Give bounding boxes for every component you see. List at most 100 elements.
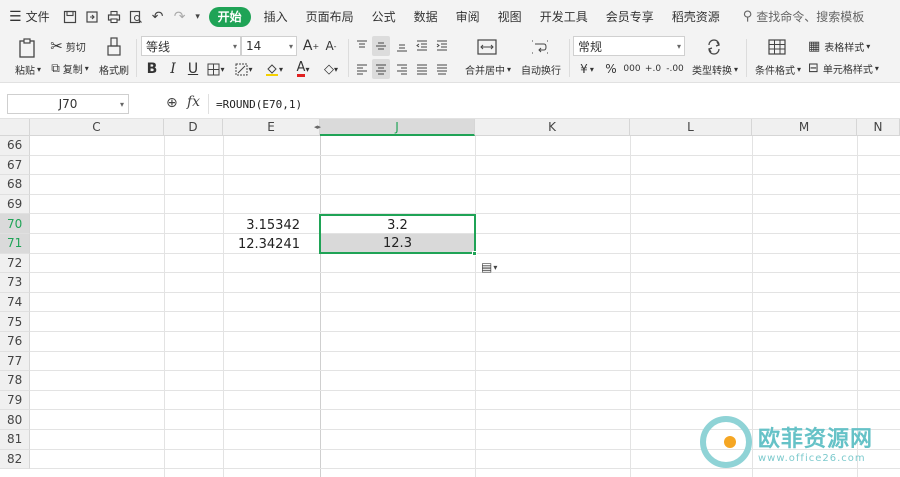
decrease-indent-icon[interactable] (413, 36, 431, 56)
hidden-columns-icon[interactable]: ◂▸ (314, 123, 321, 131)
column-header-m[interactable]: M (752, 119, 857, 136)
align-top-icon[interactable] (353, 36, 371, 56)
column-header-c[interactable]: C (30, 119, 164, 136)
type-convert-button[interactable]: 类型转换 ▾ (689, 61, 741, 77)
export-icon[interactable] (81, 0, 103, 33)
paste-options-button[interactable]: ▤ ▾ (481, 260, 497, 274)
tab-review[interactable]: 审阅 (447, 0, 489, 33)
merge-center-button[interactable]: 合并居中 ▾ (460, 61, 516, 77)
format-painter-button[interactable]: 格式刷 (96, 61, 132, 77)
decrease-decimal-button[interactable]: -.00 (664, 59, 686, 79)
increase-font-icon[interactable]: A + (302, 36, 320, 56)
align-bottom-icon[interactable] (393, 36, 411, 56)
borders-icon[interactable]: ▾ (204, 59, 228, 79)
cell-e71[interactable]: 12.34241 (223, 234, 320, 254)
format-painter-icon[interactable] (104, 36, 124, 58)
thousands-button[interactable]: 000 (622, 59, 642, 79)
tab-insert[interactable]: 插入 (255, 0, 297, 33)
decrease-font-icon[interactable]: A- (322, 36, 340, 56)
row-header[interactable]: 82 (0, 449, 30, 470)
eraser-icon[interactable]: ◇ ▾ (318, 59, 344, 79)
more-chevron-icon[interactable]: ▾ (191, 0, 205, 33)
tab-developer[interactable]: 开发工具 (531, 0, 597, 33)
conditional-format-icon[interactable] (766, 36, 788, 58)
tab-data[interactable]: 数据 (405, 0, 447, 33)
row-header[interactable]: 79 (0, 390, 30, 411)
align-center-icon[interactable] (372, 59, 390, 79)
tab-home[interactable]: 开始 (208, 6, 251, 27)
row-header[interactable]: 74 (0, 292, 30, 313)
align-right-icon[interactable] (393, 59, 411, 79)
column-header-n[interactable]: N (857, 119, 900, 136)
tab-member[interactable]: 会员专享 (597, 0, 663, 33)
cell-e70[interactable]: 3.15342 (223, 215, 320, 235)
column-header-d[interactable]: D (164, 119, 223, 136)
paste-icon[interactable] (14, 37, 40, 59)
row-header[interactable]: 66 (0, 136, 30, 156)
number-format-select[interactable]: 常规 ▾ (573, 36, 685, 56)
print-icon[interactable] (103, 0, 125, 33)
zoom-icon[interactable]: ⊕ (166, 95, 178, 111)
merge-center-icon[interactable] (475, 36, 499, 58)
align-middle-icon[interactable] (372, 36, 390, 56)
save-icon[interactable] (59, 0, 81, 33)
row-header[interactable]: 67 (0, 155, 30, 176)
distribute-icon[interactable] (433, 59, 451, 79)
row-header[interactable]: 75 (0, 312, 30, 332)
row-header[interactable]: 77 (0, 351, 30, 372)
gridline (630, 136, 631, 477)
row-header[interactable]: 81 (0, 430, 30, 450)
font-color-icon[interactable]: A ▾ (290, 59, 316, 79)
currency-button[interactable]: ¥ ▾ (574, 59, 600, 79)
command-search[interactable]: ⚲ 查找命令、搜索模板 (729, 0, 874, 33)
fill-color-icon[interactable]: ▾ (260, 59, 288, 79)
font-size-select[interactable]: 14 ▾ (241, 36, 297, 56)
increase-indent-icon[interactable] (433, 36, 451, 56)
column-header-k[interactable]: K (475, 119, 630, 136)
wrap-text-icon[interactable] (528, 36, 552, 58)
underline-icon[interactable]: U (184, 59, 202, 79)
table-style-button[interactable]: ▦ 表格样式 ▾ (808, 37, 876, 55)
type-convert-icon[interactable] (703, 36, 725, 58)
row-header[interactable]: 69 (0, 194, 30, 215)
row-header[interactable]: 76 (0, 332, 30, 352)
cell-style-button[interactable]: ⊟ 单元格样式 ▾ (808, 59, 892, 77)
font-name-select[interactable]: 等线 ▾ (141, 36, 241, 56)
row-header[interactable]: 73 (0, 273, 30, 293)
print-preview-icon[interactable] (125, 0, 147, 33)
column-header-j[interactable]: J (320, 119, 475, 136)
cut-button[interactable]: ✂ 剪切 (44, 37, 92, 55)
fill-handle[interactable] (472, 251, 477, 256)
bold-icon[interactable]: B (143, 59, 161, 79)
row-header[interactable]: 72 (0, 253, 30, 274)
conditional-format-button[interactable]: 条件格式 ▾ (752, 61, 804, 77)
wrap-text-button[interactable]: 自动换行 (515, 61, 567, 77)
row-header[interactable]: 78 (0, 371, 30, 391)
paste-button[interactable]: 粘贴 ▾ (8, 61, 48, 77)
insert-function-icon[interactable]: fx (187, 94, 200, 110)
row-header[interactable]: 71 (0, 234, 30, 254)
column-header-l[interactable]: L (630, 119, 752, 136)
fill-pattern-icon[interactable]: ▾ (231, 59, 257, 79)
percent-button[interactable]: % (602, 59, 620, 79)
redo-icon[interactable]: ↷ (169, 0, 191, 33)
formula-input[interactable]: =ROUND(E70,1) (208, 94, 896, 114)
align-left-icon[interactable] (353, 59, 371, 79)
tab-page-layout[interactable]: 页面布局 (297, 0, 363, 33)
tab-view[interactable]: 视图 (489, 0, 531, 33)
justify-icon[interactable] (413, 59, 431, 79)
tab-docer-resources[interactable]: 稻壳资源 (663, 0, 729, 33)
select-all-corner[interactable] (0, 119, 30, 136)
gridline (223, 136, 224, 477)
tab-formulas[interactable]: 公式 (363, 0, 405, 33)
row-header[interactable]: 70 (0, 214, 30, 234)
copy-button[interactable]: ⧉ 复制 ▾ (44, 59, 96, 77)
column-header-e[interactable]: E (223, 119, 320, 136)
italic-icon[interactable]: I (164, 59, 182, 79)
row-header[interactable]: 68 (0, 175, 30, 195)
increase-decimal-button[interactable]: +.0 (643, 59, 663, 79)
undo-icon[interactable]: ↶ (147, 0, 169, 33)
name-box[interactable]: J70 ▾ (7, 94, 129, 114)
row-header[interactable]: 80 (0, 410, 30, 430)
file-menu[interactable]: ☰ 文件 (0, 0, 59, 33)
